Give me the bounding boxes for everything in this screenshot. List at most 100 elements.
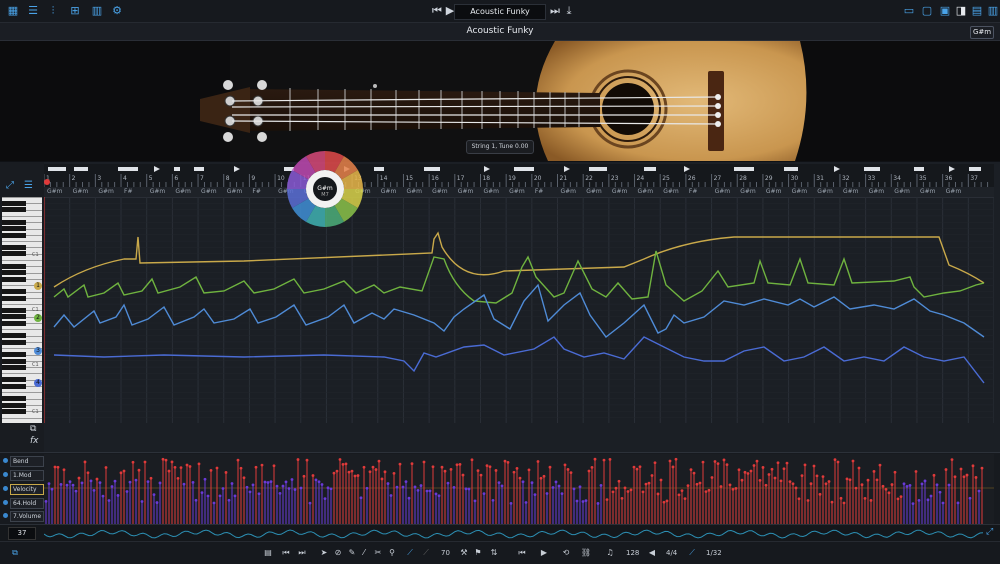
pencil-icon[interactable]: ✎ — [346, 547, 358, 559]
chord-label[interactable]: G#m — [381, 188, 397, 195]
white-key[interactable] — [2, 241, 42, 243]
bar-ruler[interactable]: 1234567891011121314151617181920212223242… — [44, 174, 994, 188]
erase-icon[interactable]: ⊘ — [332, 547, 344, 559]
lane-volume[interactable]: 7.Volume — [10, 511, 44, 522]
chord-label[interactable]: G#m — [766, 188, 782, 195]
chord-label[interactable]: G#m — [740, 188, 756, 195]
black-key[interactable] — [2, 245, 26, 251]
chord-label[interactable]: F# — [124, 188, 132, 195]
chord-label[interactable]: G#m — [920, 188, 936, 195]
white-key[interactable] — [2, 417, 42, 419]
key-button[interactable]: G#m — [970, 26, 994, 39]
eye-icon[interactable] — [3, 513, 8, 518]
playhead-marker[interactable] — [44, 179, 50, 185]
black-key[interactable] — [2, 295, 26, 301]
bars-icon[interactable]: ▥ — [90, 4, 104, 18]
song-overview[interactable]: 37 ⤢ — [0, 524, 1000, 541]
chord-label[interactable]: G#m — [47, 188, 63, 195]
black-key[interactable] — [2, 207, 26, 213]
link-icon[interactable]: ⧉ — [8, 547, 22, 559]
eye-icon[interactable] — [3, 458, 8, 463]
chord-label[interactable]: G#m — [406, 188, 422, 195]
chord-label[interactable]: G#m — [561, 188, 577, 195]
transpose-icon[interactable]: ⇅ — [488, 547, 500, 559]
string-marker[interactable]: 1 — [34, 282, 42, 290]
tempo-value[interactable]: 128 — [626, 547, 639, 559]
chord-label[interactable]: F# — [689, 188, 697, 195]
metronome-icon[interactable]: ♫ — [604, 547, 616, 559]
chord-label[interactable]: G#m — [73, 188, 89, 195]
download-icon[interactable]: ⤓ — [562, 4, 576, 18]
snap-icon[interactable]: ⟋ — [404, 547, 416, 559]
rewind-icon[interactable]: ⏮ — [516, 547, 528, 559]
grid-resolution[interactable]: 1/32 — [706, 547, 722, 559]
string-marker[interactable]: 4 — [34, 379, 42, 387]
chord-label[interactable]: G#m — [227, 188, 243, 195]
wand-icon[interactable]: ⚒ — [458, 547, 470, 559]
layout-f-icon[interactable]: ▥ — [986, 4, 1000, 18]
grid-split-icon[interactable]: ⊞ — [68, 4, 82, 18]
layout-b-icon[interactable]: ▢ — [920, 4, 934, 18]
chord-label[interactable]: F# — [535, 188, 543, 195]
black-key[interactable] — [2, 383, 26, 389]
chord-label[interactable]: G#m — [509, 188, 525, 195]
lane-hold[interactable]: 64.Hold — [10, 498, 44, 509]
note-grid[interactable] — [44, 197, 994, 423]
black-key[interactable] — [2, 219, 26, 225]
eye-icon[interactable] — [3, 486, 8, 491]
white-key[interactable] — [2, 215, 42, 217]
white-key[interactable] — [2, 329, 42, 331]
black-key[interactable] — [2, 270, 26, 276]
black-key[interactable] — [2, 339, 26, 345]
overview-value-box[interactable]: 37 — [8, 527, 36, 540]
grid-snap-icon[interactable]: ⟋ — [686, 547, 698, 559]
white-key[interactable] — [2, 304, 42, 306]
chord-label[interactable]: G#m — [715, 188, 731, 195]
quantize-value[interactable]: 70 — [441, 547, 450, 559]
brush-icon[interactable]: ⁄ — [358, 547, 370, 559]
lane-bend[interactable]: Bend — [10, 456, 44, 467]
chord-label[interactable]: F# — [252, 188, 260, 195]
black-key[interactable] — [2, 402, 26, 408]
previous-song-icon[interactable]: ⏮ — [430, 4, 444, 18]
curve-tool-icon[interactable]: ⤢ — [6, 180, 14, 191]
time-signature[interactable]: 4/4 — [666, 547, 677, 559]
chord-label[interactable]: G#m — [869, 188, 885, 195]
grid-icon[interactable]: ▦ — [6, 4, 20, 18]
black-key[interactable] — [2, 314, 26, 320]
eye-icon[interactable] — [3, 500, 8, 505]
pin-icon[interactable]: ⚲ — [386, 547, 398, 559]
black-key[interactable] — [2, 232, 26, 238]
pointer-icon[interactable]: ➤ — [318, 547, 330, 559]
link-chain-icon[interactable]: ⛓ — [580, 547, 592, 559]
clip-icon[interactable]: ▤ — [262, 547, 274, 559]
layout-d-icon[interactable]: ◨ — [954, 4, 968, 18]
black-key[interactable] — [2, 352, 26, 358]
list-tool-icon[interactable]: ☰ — [24, 180, 33, 191]
chord-label[interactable]: G#m — [432, 188, 448, 195]
mixer-icon[interactable]: ☰ — [26, 4, 40, 18]
skip-back-icon[interactable]: ⏮ — [280, 547, 292, 559]
black-key[interactable] — [2, 364, 26, 370]
next-song-icon[interactable]: ⏭ — [548, 4, 562, 18]
black-key[interactable] — [2, 377, 26, 383]
chord-label[interactable]: G#m — [458, 188, 474, 195]
layout-e-icon[interactable]: ▤ — [970, 4, 984, 18]
lane-velocity[interactable]: Velocity — [10, 484, 44, 495]
chord-label[interactable]: G#m — [817, 188, 833, 195]
gear-icon[interactable]: ⚙ — [110, 4, 124, 18]
black-key[interactable] — [2, 276, 26, 282]
controller-lanes[interactable]: Bend 1.Mod Velocity 64.Hold 7.Volume — [0, 452, 1000, 525]
chord-label[interactable]: G#m — [843, 188, 859, 195]
eye-icon[interactable] — [3, 472, 8, 477]
circle-of-fifths[interactable]: G#m M7 — [286, 150, 364, 228]
black-key[interactable] — [2, 333, 26, 339]
chord-label[interactable]: G#m — [792, 188, 808, 195]
white-key[interactable] — [2, 197, 42, 198]
scissors-icon[interactable]: ✂ — [372, 547, 384, 559]
layout-c-icon[interactable]: ▣ — [938, 4, 952, 18]
chord-label[interactable]: G#m — [483, 188, 499, 195]
layout-a-icon[interactable]: ▭ — [902, 4, 916, 18]
lane-mod[interactable]: 1.Mod — [10, 470, 44, 481]
chord-label[interactable]: G#m — [201, 188, 217, 195]
